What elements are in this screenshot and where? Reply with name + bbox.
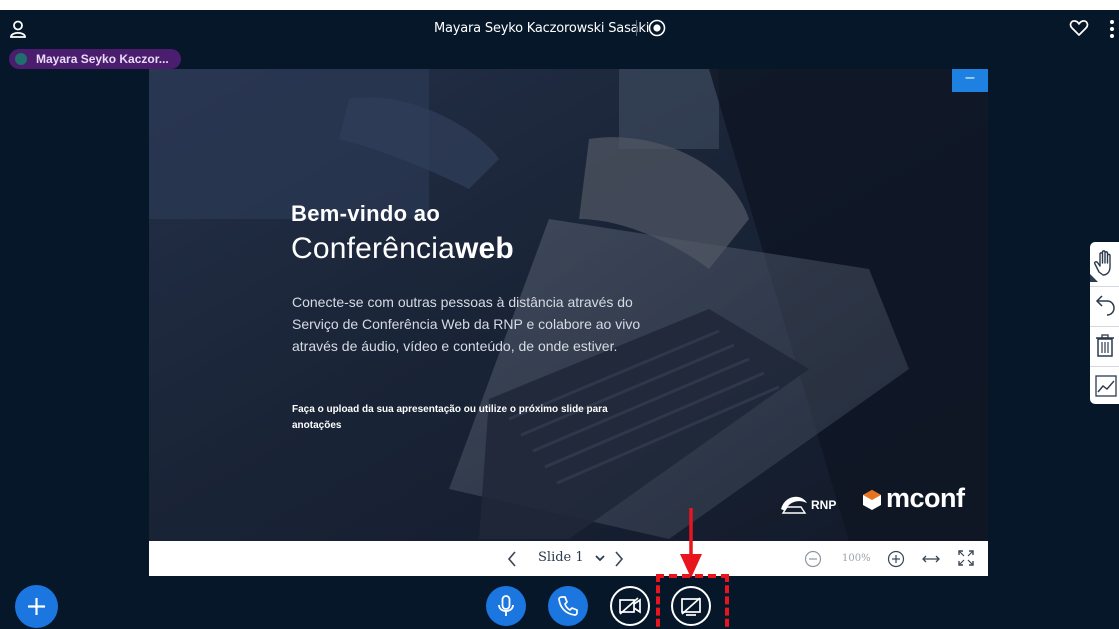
more-vertical-icon[interactable] xyxy=(1108,18,1116,40)
slide-selector-value: Slide 1 xyxy=(538,550,584,565)
heart-icon[interactable] xyxy=(1069,18,1089,38)
user-icon[interactable] xyxy=(8,19,28,39)
slide-note-line: Faça o upload da sua apresentação ou uti… xyxy=(292,404,608,415)
share-webcam-button[interactable] xyxy=(610,586,650,626)
presentation-area: – Bem-vindo ao Conferênciaweb Conecte-se… xyxy=(149,69,988,576)
microphone-icon xyxy=(498,595,514,616)
talking-indicator[interactable]: Mayara Seyko Kaczor... xyxy=(9,49,181,69)
top-bar: Mayara Seyko Kaczorowski Sasaki xyxy=(0,10,1119,48)
chevron-right-icon[interactable] xyxy=(611,549,627,569)
mute-button[interactable] xyxy=(486,586,526,626)
slide-brand-title: Conferênciaweb xyxy=(291,232,514,266)
zoom-out-icon[interactable] xyxy=(804,550,822,568)
slide-description-line: Serviço de Conferência Web da RNP e cola… xyxy=(292,316,641,332)
slide-description: Conecte-se com outras pessoas à distânci… xyxy=(292,291,692,357)
slide-selector[interactable]: Slide 1 xyxy=(538,550,606,565)
rnp-logo xyxy=(781,496,807,514)
phone-icon xyxy=(558,596,578,616)
line-chart-icon[interactable] xyxy=(1090,368,1119,404)
slide-heading: Bem-vindo ao xyxy=(291,201,441,226)
minimize-presentation-button[interactable]: – xyxy=(952,69,988,92)
talker-name: Mayara Seyko Kaczor... xyxy=(36,52,169,66)
mconf-logo-text: mconf xyxy=(886,483,965,513)
undo-icon[interactable] xyxy=(1090,288,1119,324)
plus-icon xyxy=(28,598,45,615)
toolbar-divider xyxy=(1090,366,1119,367)
meeting-title: Mayara Seyko Kaczorowski Sasaki xyxy=(434,21,650,36)
actions-plus-button[interactable] xyxy=(15,585,58,628)
slide-description-line: através de áudio, vídeo e conteúdo, de o… xyxy=(292,338,618,354)
slide-brand-light: Conferência xyxy=(291,232,455,265)
annotation-arrow xyxy=(680,508,702,578)
chevron-down-icon xyxy=(595,554,605,561)
record-icon[interactable] xyxy=(648,19,666,37)
zoom-in-icon[interactable] xyxy=(887,550,905,568)
presentation-toolbar: Slide 1 100% xyxy=(149,541,988,576)
slide-note: Faça o upload da sua apresentação ou uti… xyxy=(292,402,672,434)
leave-audio-button[interactable] xyxy=(548,586,588,626)
trash-icon[interactable] xyxy=(1090,328,1119,364)
camera-off-icon xyxy=(619,597,641,615)
fullscreen-icon[interactable] xyxy=(957,549,975,567)
zoom-level: 100% xyxy=(842,553,871,564)
hand-icon[interactable] xyxy=(1090,246,1119,282)
title-divider xyxy=(636,20,637,36)
whiteboard-toolbar xyxy=(1090,242,1119,404)
slide-brand-bold: web xyxy=(454,232,514,265)
talker-avatar-dot xyxy=(15,53,27,65)
annotation-highlight-box xyxy=(656,574,729,629)
rnp-logo-text: RNP xyxy=(811,498,837,512)
toolbar-divider xyxy=(1090,286,1119,287)
mconf-logo xyxy=(863,490,881,510)
conference-app: Mayara Seyko Kaczorowski Sasaki Mayara S… xyxy=(0,10,1119,629)
toolbar-divider xyxy=(1090,326,1119,327)
chevron-left-icon[interactable] xyxy=(504,549,520,569)
slide-note-line: anotações xyxy=(292,420,342,431)
slide-description-line: Conecte-se com outras pessoas à distânci… xyxy=(292,294,633,310)
fit-to-width-icon[interactable] xyxy=(921,551,941,567)
